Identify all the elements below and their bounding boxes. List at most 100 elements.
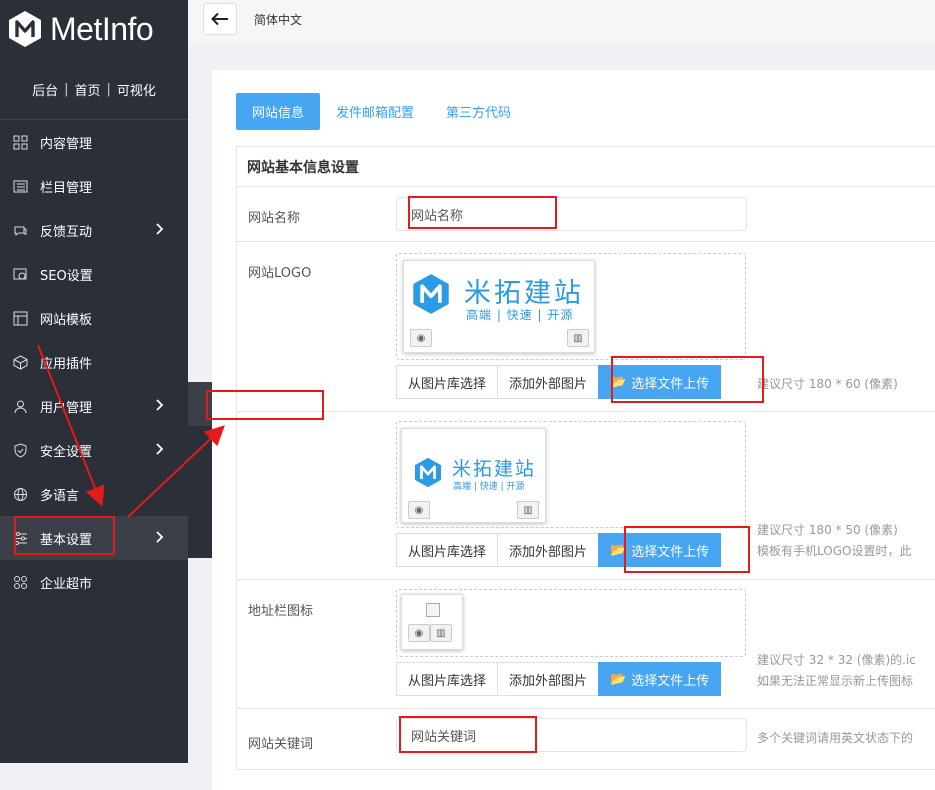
mobile-logo-thumbnail: 米拓建站 高端 | 快速 | 开源 ◉ ▥ <box>401 428 546 523</box>
folder-open-icon: 📂 <box>610 374 627 390</box>
favicon-button-group: 从图片库选择 添加外部图片 📂 选择文件上传 <box>396 662 722 696</box>
chevron-right-icon <box>152 222 166 236</box>
sidebar-item-label: 反馈互动 <box>40 224 93 240</box>
favicon-thumbnail: ◉ ▥ <box>401 594 463 650</box>
list-icon <box>12 178 28 194</box>
logo-hint: 建议尺寸 180 * 60 (像素) <box>757 377 898 391</box>
sidebar-item-7[interactable]: 安全设置 <box>0 428 188 472</box>
logo-button-group: 从图片库选择 添加外部图片 📂 选择文件上传 <box>396 365 722 399</box>
preview-button[interactable]: ◉ <box>408 501 430 519</box>
mobile-logo-hint-size: 建议尺寸 180 * 50 (像素) <box>757 523 898 537</box>
add-external-image-button[interactable]: 添加外部图片 <box>497 365 600 399</box>
tab-bar: 网站信息 发件邮箱配置 第三方代码 <box>236 93 527 130</box>
keywords-hint: 多个关键词请用英文状态下的 <box>757 731 914 745</box>
sidebar-item-label: 用户管理 <box>40 400 93 416</box>
upload-label: 选择文件上传 <box>631 544 710 560</box>
arrow-left-icon <box>211 12 228 26</box>
row-site-name: 网站名称 网站名称 <box>237 187 935 242</box>
upload-label: 选择文件上传 <box>631 376 710 392</box>
trash-icon: ▥ <box>573 332 583 344</box>
brand-name: MetInfo <box>50 10 154 47</box>
select-from-library-button[interactable]: 从图片库选择 <box>396 365 499 399</box>
logo-label: 网站LOGO <box>248 266 312 281</box>
language-label[interactable]: 简体中文 <box>254 11 302 28</box>
sidebar-item-0[interactable]: 内容管理 <box>0 120 188 164</box>
preview-button[interactable]: ◉ <box>410 329 432 347</box>
add-external-image-button[interactable]: 添加外部图片 <box>497 533 600 567</box>
row-mobile-logo: 米拓建站 高端 | 快速 | 开源 ◉ ▥ 从图片库选择 添加外部图片 📂 选择文… <box>237 412 935 580</box>
upload-file-button[interactable]: 📂 选择文件上传 <box>598 662 722 696</box>
link-home[interactable]: 首页 <box>68 80 106 99</box>
favicon-upload-area: ◉ ▥ <box>396 589 746 657</box>
sidebar-item-8[interactable]: 多语言 <box>0 472 188 516</box>
delete-button[interactable]: ▥ <box>517 501 539 519</box>
link-visual[interactable]: 可视化 <box>111 80 162 99</box>
favicon-hint-note: 如果无法正常显示新上传图标 <box>757 674 914 688</box>
eye-icon: ◉ <box>414 627 424 639</box>
sidebar-item-4[interactable]: 网站模板 <box>0 296 188 340</box>
sidebar-item-10[interactable]: 企业超市 <box>0 560 188 604</box>
trash-icon: ▥ <box>436 627 446 639</box>
mobile-logo-tagline: 高端 | 快速 | 开源 <box>453 482 525 492</box>
site-name-label: 网站名称 <box>248 211 301 226</box>
metinfo-logo-icon <box>414 457 442 488</box>
select-from-library-button[interactable]: 从图片库选择 <box>396 533 499 567</box>
brand-logo[interactable]: MetInfo <box>0 0 188 58</box>
upload-file-button[interactable]: 📂 选择文件上传 <box>598 365 722 399</box>
upload-label: 选择文件上传 <box>631 673 710 689</box>
favicon-hint-size: 建议尺寸 32 * 32 (像素)的.ic <box>757 653 916 667</box>
sidebar-item-6[interactable]: 用户管理 <box>0 384 188 428</box>
sidebar: MetInfo 后台 | 首页 | 可视化 内容管理栏目管理反馈互动 SEO设置网… <box>0 0 188 763</box>
tab-third-party-code[interactable]: 第三方代码 <box>430 93 527 130</box>
sidebar-item-5[interactable]: 应用插件 <box>0 340 188 384</box>
sidebar-item-1[interactable]: 栏目管理 <box>0 164 188 208</box>
sidebar-nav: 内容管理栏目管理反馈互动 SEO设置网站模板应用插件用户管理安全设置多语言基本设置… <box>0 120 188 604</box>
logo-tagline: 高端 | 快速 | 开源 <box>466 308 574 322</box>
eye-icon: ◉ <box>414 504 424 516</box>
folder-open-icon: 📂 <box>610 671 627 687</box>
store-icon <box>12 574 28 590</box>
link-backend[interactable]: 后台 <box>26 80 64 99</box>
sidebar-item-label: 网站模板 <box>40 312 93 328</box>
top-links: 后台 | 首页 | 可视化 <box>0 60 188 120</box>
tab-mail-config[interactable]: 发件邮箱配置 <box>320 93 430 130</box>
shield-icon <box>12 442 28 458</box>
tab-site-info[interactable]: 网站信息 <box>236 93 321 130</box>
favicon-label: 地址栏图标 <box>248 604 314 619</box>
eye-icon: ◉ <box>416 332 426 344</box>
logo-brand-text: 米拓建站 <box>464 278 584 309</box>
sidebar-item-label: SEO设置 <box>40 268 93 284</box>
mobile-logo-button-group: 从图片库选择 添加外部图片 📂 选择文件上传 <box>396 533 722 567</box>
settings-form: 网站基本信息设置 网站名称 网站名称 网站LOGO 米拓建站 高端 | 快速 |… <box>236 146 935 770</box>
main-panel: 网站信息 发件邮箱配置 第三方代码 网站基本信息设置 网站名称 网站名称 网站L… <box>212 70 935 790</box>
chevron-right-icon <box>152 530 166 544</box>
metinfo-logo-icon <box>9 11 41 47</box>
delete-button[interactable]: ▥ <box>567 329 589 347</box>
add-external-image-button[interactable]: 添加外部图片 <box>497 662 600 696</box>
sidebar-item-label: 内容管理 <box>40 136 93 152</box>
sidebar-item-label: 多语言 <box>40 488 80 504</box>
delete-button[interactable]: ▥ <box>430 624 452 642</box>
row-favicon: 地址栏图标 ◉ ▥ 从图片库选择 添加外部图片 📂 选择文件上传 建议尺寸 32 … <box>237 580 935 709</box>
back-button[interactable] <box>203 3 237 35</box>
sidebar-item-2[interactable]: 反馈互动 <box>0 208 188 252</box>
sidebar-item-label: 安全设置 <box>40 444 93 460</box>
select-from-library-button[interactable]: 从图片库选择 <box>396 662 499 696</box>
mobile-logo-brand-text: 米拓建站 <box>452 458 537 480</box>
sidebar-item-9[interactable]: 基本设置 <box>0 516 188 560</box>
keywords-input[interactable]: 网站关键词 <box>396 718 747 752</box>
row-logo: 网站LOGO 米拓建站 高端 | 快速 | 开源 ◉ ▥ 从图片库选择 添加外部… <box>237 242 935 412</box>
sidebar-item-3[interactable]: SEO设置 <box>0 252 188 296</box>
row-keywords: 网站关键词 网站关键词 多个关键词请用英文状态下的 <box>237 709 935 769</box>
form-title: 网站基本信息设置 <box>237 147 935 187</box>
user-icon <box>12 398 28 414</box>
site-name-input[interactable]: 网站名称 <box>396 197 747 231</box>
upload-file-button[interactable]: 📂 选择文件上传 <box>598 533 722 567</box>
template-icon <box>12 310 28 326</box>
sidebar-item-label: 企业超市 <box>40 576 93 592</box>
settings-icon <box>12 530 28 546</box>
cube-icon <box>12 354 28 370</box>
trash-icon: ▥ <box>523 504 533 516</box>
mobile-logo-upload-area: 米拓建站 高端 | 快速 | 开源 ◉ ▥ <box>396 421 746 528</box>
preview-button[interactable]: ◉ <box>408 624 430 642</box>
